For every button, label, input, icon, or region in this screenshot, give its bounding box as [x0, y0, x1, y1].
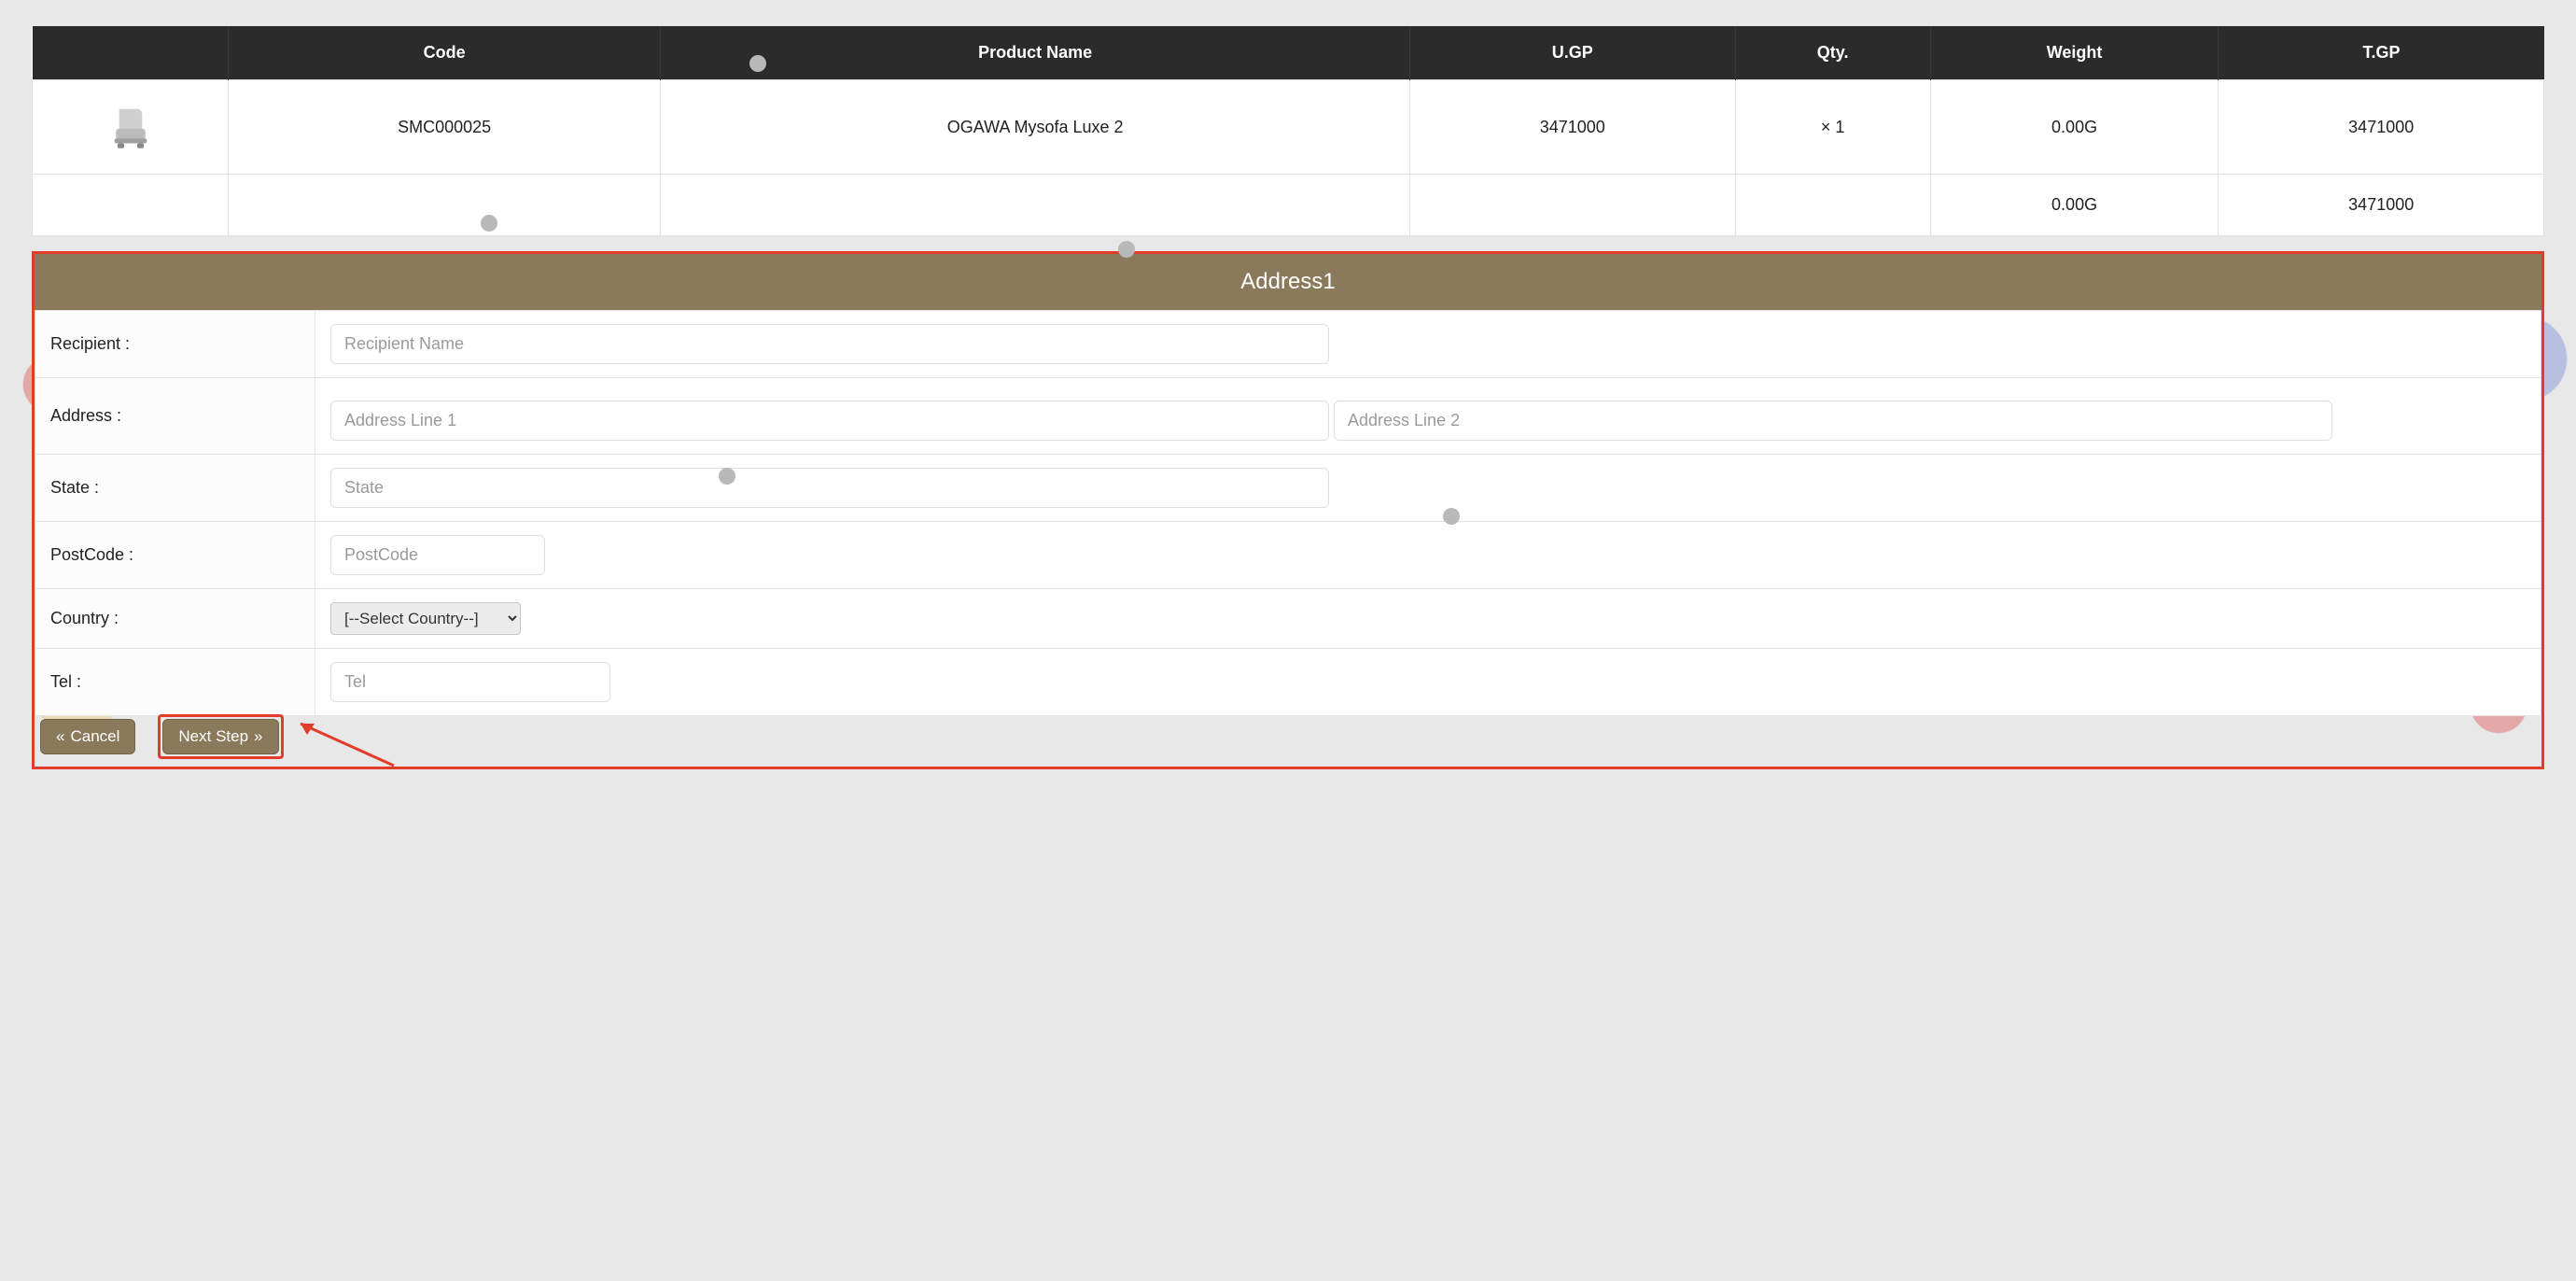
label-country: Country :: [35, 589, 315, 649]
next-step-button[interactable]: Next Step »: [162, 719, 278, 754]
tel-input[interactable]: [330, 662, 610, 702]
col-ugp: U.GP: [1409, 26, 1735, 80]
total-tgp: 3471000: [2219, 175, 2544, 236]
annotation-dot: [481, 215, 497, 232]
cancel-button[interactable]: « Cancel: [40, 719, 135, 754]
massage-chair-icon: [105, 101, 157, 153]
col-code: Code: [229, 26, 661, 80]
cell-weight: 0.00G: [1930, 80, 2219, 175]
annotation-arrow-icon: [287, 714, 399, 770]
address-form: Recipient : Address : State : PostCo: [35, 310, 2541, 716]
cancel-button-label: Cancel: [70, 727, 119, 746]
annotation-dot: [1443, 508, 1460, 525]
col-qty: Qty.: [1735, 26, 1930, 80]
recipient-input[interactable]: [330, 324, 1329, 364]
next-step-highlight: Next Step »: [158, 714, 283, 759]
label-recipient: Recipient :: [35, 311, 315, 378]
label-address: Address :: [35, 378, 315, 455]
cell-ugp: 3471000: [1409, 80, 1735, 175]
table-row: SMC000025 OGAWA Mysofa Luxe 2 3471000 × …: [33, 80, 2544, 175]
product-table: Code Product Name U.GP Qty. Weight T.GP: [32, 26, 2544, 236]
chevron-right-double-icon: »: [254, 727, 262, 746]
col-image: [33, 26, 229, 80]
label-tel: Tel :: [35, 649, 315, 716]
address-line2-input[interactable]: [1334, 401, 2332, 441]
address-section-highlight: Address1 Recipient : Address : State :: [32, 251, 2544, 769]
address-line1-input[interactable]: [330, 401, 1329, 441]
cell-qty: × 1: [1735, 80, 1930, 175]
table-totals-row: 0.00G 3471000: [33, 175, 2544, 236]
label-state: State :: [35, 455, 315, 522]
country-select[interactable]: [--Select Country--]: [330, 602, 521, 635]
col-tgp: T.GP: [2219, 26, 2544, 80]
total-weight: 0.00G: [1930, 175, 2219, 236]
cell-product-name: OGAWA Mysofa Luxe 2: [661, 80, 1410, 175]
chevron-left-double-icon: «: [56, 727, 64, 746]
annotation-dot: [719, 468, 735, 485]
product-image-cell: [33, 80, 229, 175]
form-button-row: « Cancel Next Step »: [40, 714, 284, 759]
cell-code: SMC000025: [229, 80, 661, 175]
col-product-name: Product Name: [661, 26, 1410, 80]
label-postcode: PostCode :: [35, 522, 315, 589]
col-weight: Weight: [1930, 26, 2219, 80]
state-input[interactable]: [330, 468, 1329, 508]
annotation-dot: [749, 55, 766, 72]
address-section-title: Address1: [35, 254, 2541, 310]
cell-tgp: 3471000: [2219, 80, 2544, 175]
annotation-dot: [1118, 241, 1135, 258]
next-step-button-label: Next Step: [178, 727, 248, 746]
postcode-input[interactable]: [330, 535, 545, 575]
